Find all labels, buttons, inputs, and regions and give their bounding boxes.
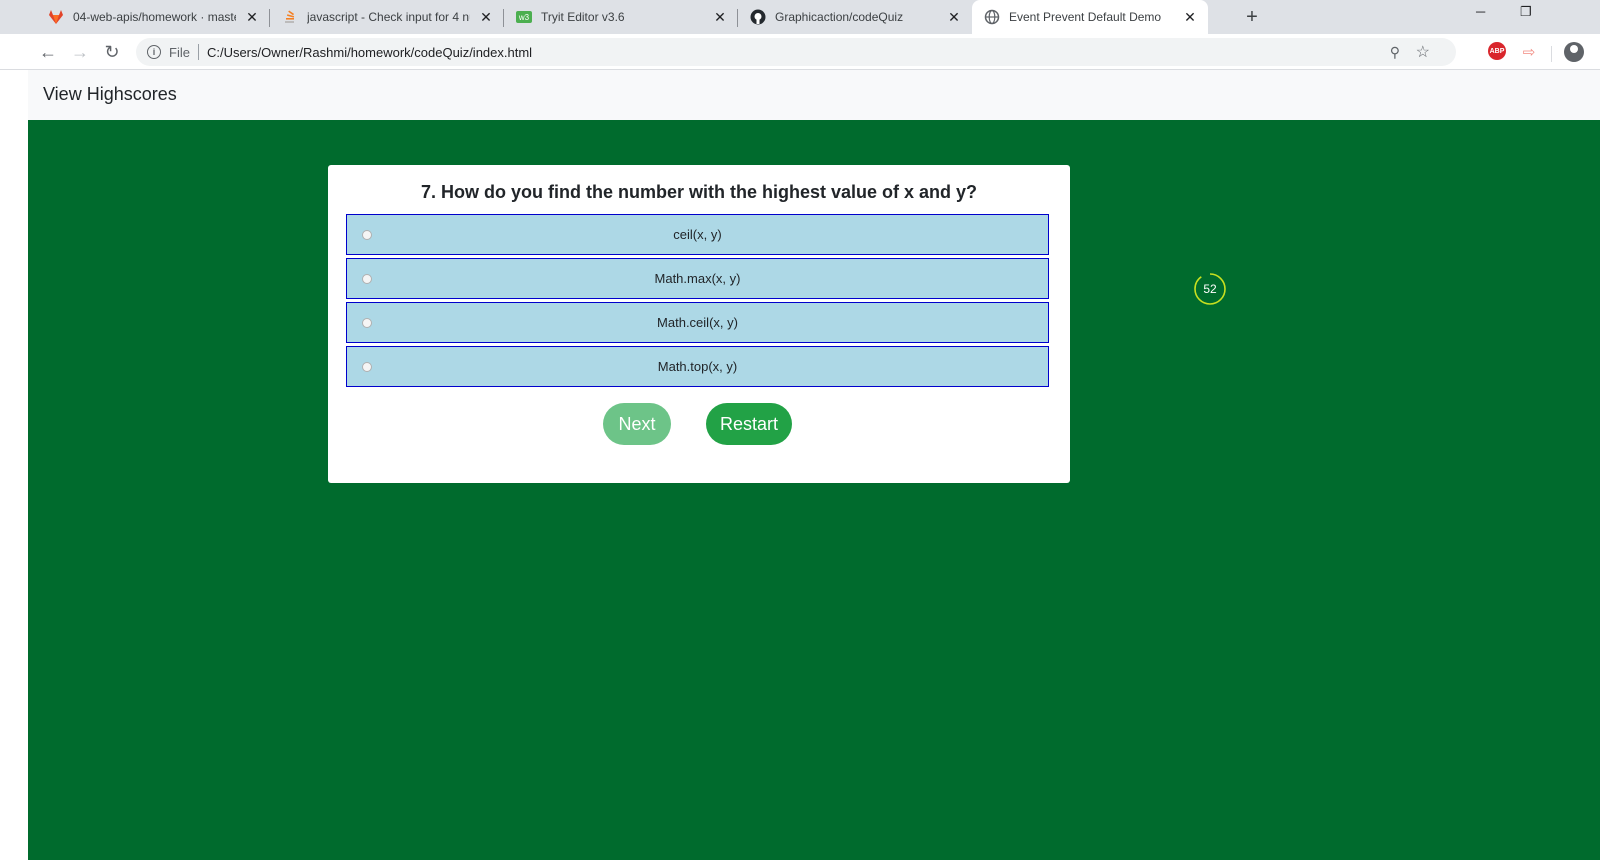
minimize-icon[interactable]: ─ <box>1476 4 1485 19</box>
toolbar-divider <box>1551 46 1552 62</box>
info-icon[interactable]: i <box>147 45 161 59</box>
choice-option[interactable]: Math.max(x, y) <box>346 258 1049 299</box>
tab-stackoverflow[interactable]: javascript - Check input for 4 nun ✕ <box>270 0 504 34</box>
extension-icon[interactable]: ⇨ <box>1520 42 1538 62</box>
zoom-icon[interactable]: ⚲ <box>1390 44 1400 61</box>
radio-button[interactable] <box>362 274 372 284</box>
countdown-timer: 52 <box>1193 272 1227 306</box>
close-icon[interactable]: ✕ <box>244 9 260 25</box>
tab-tryit[interactable]: w3 Tryit Editor v3.6 ✕ <box>504 0 738 34</box>
stackoverflow-icon <box>282 9 298 25</box>
choice-label: Math.ceil(x, y) <box>657 315 738 330</box>
timer-value: 52 <box>1203 282 1217 296</box>
tab-github[interactable]: Graphicaction/codeQuiz ✕ <box>738 0 972 34</box>
radio-button[interactable] <box>362 230 372 240</box>
svg-text:w3: w3 <box>518 13 530 22</box>
tab-gitlab[interactable]: 04-web-apis/homework · master ✕ <box>36 0 270 34</box>
gitlab-icon <box>48 9 64 25</box>
quiz-page: View Highscores 7. How do you find the n… <box>28 70 1600 860</box>
file-label: File <box>169 44 190 60</box>
close-icon[interactable]: ✕ <box>712 9 728 25</box>
back-arrow-icon[interactable]: ← <box>37 41 59 63</box>
radio-button[interactable] <box>362 362 372 372</box>
choice-option[interactable]: ceil(x, y) <box>346 214 1049 255</box>
tab-event-prevent-default[interactable]: Event Prevent Default Demo ✕ <box>972 0 1208 34</box>
restore-icon[interactable]: ❐ <box>1520 4 1532 20</box>
tab-title: javascript - Check input for 4 nun <box>307 10 470 24</box>
close-icon[interactable]: ✕ <box>1182 9 1198 25</box>
browser-toolbar: ← → ↻ i File C:/Users/Owner/Rashmi/homew… <box>0 34 1600 70</box>
tab-title: Tryit Editor v3.6 <box>541 10 625 24</box>
browser-tab-strip: 04-web-apis/homework · master ✕ javascri… <box>0 0 1600 34</box>
choice-label: Math.top(x, y) <box>657 359 738 374</box>
tab-title: Event Prevent Default Demo <box>1009 10 1162 24</box>
tab-title: 04-web-apis/homework · master <box>73 10 236 24</box>
w3schools-icon: w3 <box>516 9 532 25</box>
forward-arrow-icon[interactable]: → <box>69 41 91 63</box>
page-navbar: View Highscores <box>28 70 1600 120</box>
url-divider <box>197 44 199 60</box>
choice-label: Math.max(x, y) <box>654 271 741 286</box>
view-highscores-link[interactable]: View Highscores <box>43 84 177 105</box>
new-tab-plus-icon[interactable]: + <box>1241 6 1263 28</box>
choice-label: ceil(x, y) <box>673 227 722 242</box>
choice-option[interactable]: Math.top(x, y) <box>346 346 1049 387</box>
address-bar[interactable]: i File C:/Users/Owner/Rashmi/homework/co… <box>136 38 1456 66</box>
adblock-label: ABP <box>1489 47 1505 55</box>
tab-title: Graphicaction/codeQuiz <box>775 10 904 24</box>
globe-icon <box>984 9 1000 25</box>
choice-option[interactable]: Math.ceil(x, y) <box>346 302 1049 343</box>
url-text[interactable]: C:/Users/Owner/Rashmi/homework/codeQuiz/… <box>207 45 532 60</box>
profile-avatar-icon[interactable] <box>1564 42 1584 62</box>
question-text: 7. How do you find the number with the h… <box>420 182 978 202</box>
restart-button[interactable]: Restart <box>706 403 792 445</box>
github-icon <box>750 9 766 25</box>
reload-icon[interactable]: ↻ <box>101 41 123 63</box>
next-button[interactable]: Next <box>603 403 671 445</box>
bookmark-star-icon[interactable]: ☆ <box>1416 42 1430 62</box>
close-icon[interactable]: ✕ <box>478 9 494 25</box>
question-card: 7. How do you find the number with the h… <box>328 165 1070 483</box>
adblock-icon[interactable]: ABP <box>1488 42 1506 60</box>
radio-button[interactable] <box>362 318 372 328</box>
close-icon[interactable]: ✕ <box>946 9 962 25</box>
